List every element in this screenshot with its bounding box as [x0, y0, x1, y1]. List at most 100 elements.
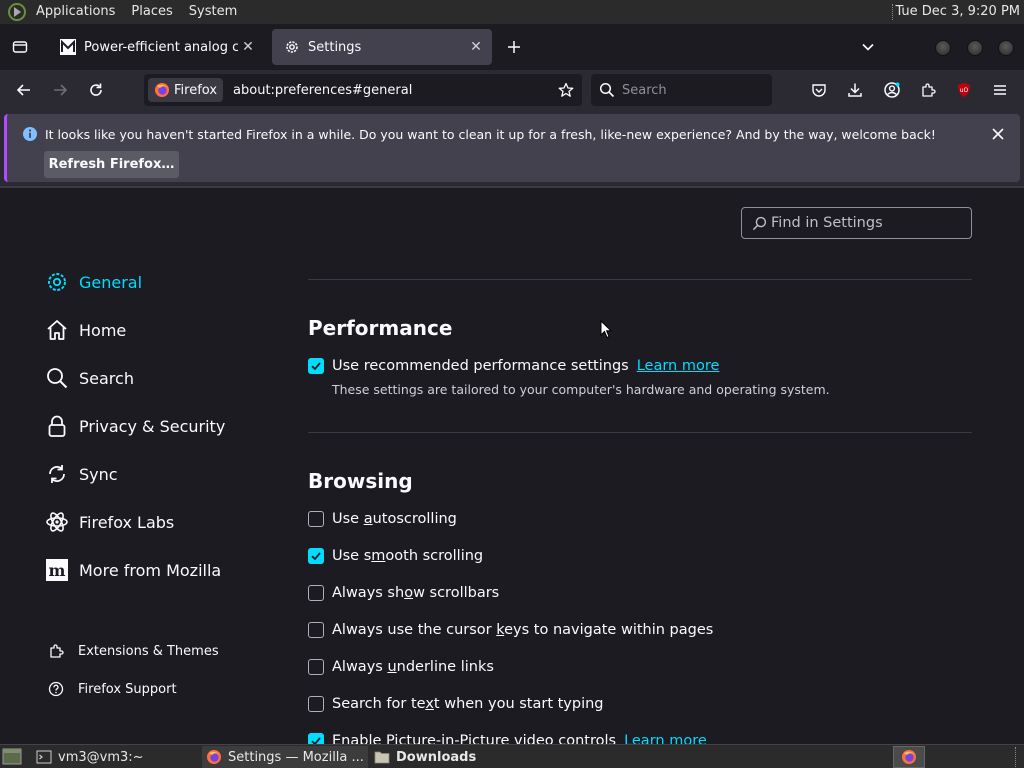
- firefox-icon: [155, 83, 169, 97]
- extensions-themes-label: Extensions & Themes: [78, 643, 219, 659]
- list-all-tabs-button[interactable]: [858, 37, 878, 57]
- autoscrolling-checkbox[interactable]: [308, 511, 324, 527]
- ublock-button[interactable]: uO: [952, 78, 976, 102]
- menu-places[interactable]: Places: [123, 0, 180, 24]
- category-privacy[interactable]: Privacy & Security: [45, 412, 225, 440]
- arrow-right-icon: [54, 84, 68, 96]
- underline-links-checkbox[interactable]: [308, 659, 324, 675]
- firefox-view-button[interactable]: [8, 35, 32, 59]
- checkmark-icon: [311, 737, 321, 744]
- option-label: Always use the cursor keys to navigate w…: [332, 622, 714, 638]
- new-tab-button[interactable]: [503, 36, 525, 58]
- arrow-left-icon: [16, 84, 30, 96]
- category-general[interactable]: General: [45, 268, 142, 296]
- show-desktop-icon[interactable]: [2, 748, 22, 765]
- show-scrollbars-checkbox[interactable]: [308, 585, 324, 601]
- learn-more-link[interactable]: Learn more: [637, 358, 720, 374]
- search-when-typing-checkbox[interactable]: [308, 696, 324, 712]
- gnome-foot-icon[interactable]: [8, 3, 26, 21]
- extensions-button[interactable]: [916, 78, 940, 102]
- find-in-settings-input[interactable]: Find in Settings: [741, 207, 972, 239]
- find-placeholder: Find in Settings: [771, 215, 883, 231]
- plus-icon: [508, 41, 520, 53]
- taskbar-item-terminal[interactable]: vm3@vm3:~: [36, 746, 198, 768]
- search-when-typing-option[interactable]: Search for text when you start typing: [308, 694, 604, 714]
- firefox-support-link[interactable]: Firefox Support: [47, 678, 177, 700]
- category-label: Sync: [79, 464, 118, 484]
- close-notification-button[interactable]: [988, 124, 1008, 144]
- category-more-from-mozilla[interactable]: m More from Mozilla: [45, 556, 221, 584]
- underline-links-option[interactable]: Always underline links: [308, 657, 494, 677]
- close-icon[interactable]: ✕: [238, 37, 258, 57]
- minimize-button[interactable]: [935, 40, 951, 56]
- category-search[interactable]: Search: [45, 364, 134, 392]
- puzzle-icon: [47, 642, 65, 660]
- cursor-keys-checkbox[interactable]: [308, 622, 324, 638]
- category-firefox-labs[interactable]: Firefox Labs: [45, 508, 174, 536]
- menu-applications[interactable]: Applications: [28, 0, 123, 24]
- refresh-firefox-button[interactable]: Refresh Firefox…: [44, 151, 179, 178]
- app-menu-button[interactable]: [988, 78, 1012, 102]
- extensions-themes-link[interactable]: Extensions & Themes: [47, 640, 219, 662]
- picture-in-picture-option[interactable]: Enable Picture-in-Picture video controls…: [308, 731, 707, 744]
- taskbar-item-downloads[interactable]: Downloads: [374, 746, 534, 768]
- sync-icon: [45, 462, 69, 486]
- bookmark-star-button[interactable]: [556, 80, 576, 100]
- recommended-performance-checkbox[interactable]: [308, 358, 324, 374]
- taskbar-item-firefox[interactable]: Settings — Mozilla ...: [202, 746, 368, 768]
- svg-text:uO: uO: [960, 87, 969, 94]
- cursor-keys-option[interactable]: Always use the cursor keys to navigate w…: [308, 620, 713, 640]
- account-button[interactable]: [880, 78, 904, 102]
- option-label: Use recommended performance settings: [332, 358, 629, 374]
- pocket-icon: [812, 84, 826, 97]
- search-placeholder: Search: [622, 82, 667, 98]
- learn-more-link[interactable]: Learn more: [624, 733, 707, 744]
- download-icon: [848, 83, 862, 97]
- chevron-down-icon: [862, 43, 874, 51]
- smooth-scrolling-option[interactable]: Use smooth scrolling: [308, 546, 483, 566]
- reload-button[interactable]: [84, 78, 108, 102]
- picture-in-picture-checkbox[interactable]: [308, 733, 324, 744]
- close-icon: [992, 128, 1004, 140]
- close-icon[interactable]: ✕: [466, 37, 486, 57]
- maximize-button[interactable]: [967, 40, 983, 56]
- pocket-button[interactable]: [807, 78, 831, 102]
- performance-heading: Performance: [308, 316, 453, 340]
- forward-button[interactable]: [48, 78, 72, 102]
- gear-icon: [45, 270, 69, 294]
- category-home[interactable]: Home: [45, 316, 126, 344]
- atom-icon: [45, 510, 69, 534]
- autoscrolling-option[interactable]: Use autoscrolling: [308, 509, 457, 529]
- nav-toolbar: Firefox about:preferences#general Search: [0, 70, 1024, 110]
- smooth-scrolling-checkbox[interactable]: [308, 548, 324, 564]
- tab-strip: Power-efficient analog com ✕ Settings ✕: [0, 24, 1024, 70]
- firefox-icon: [902, 750, 916, 764]
- taskbar-label: Downloads: [396, 749, 477, 765]
- identity-box[interactable]: Firefox: [148, 78, 224, 102]
- window-close-button[interactable]: [998, 40, 1014, 56]
- url-bar[interactable]: Firefox about:preferences#general: [144, 74, 582, 106]
- category-sync[interactable]: Sync: [45, 460, 118, 488]
- menu-system[interactable]: System: [181, 0, 245, 24]
- lock-icon: [45, 414, 69, 438]
- tab-title: Power-efficient analog com: [84, 39, 238, 55]
- mathworks-icon: [60, 39, 76, 55]
- url-text[interactable]: about:preferences#general: [233, 83, 556, 98]
- downloads-button[interactable]: [843, 78, 867, 102]
- tab-settings[interactable]: Settings ✕: [272, 29, 492, 65]
- taskbar-label: vm3@vm3:~: [58, 749, 144, 765]
- notification-area: It looks like you haven't started Firefo…: [0, 110, 1024, 188]
- back-button[interactable]: [12, 78, 36, 102]
- search-bar[interactable]: Search: [591, 74, 772, 106]
- home-icon: [45, 318, 69, 342]
- recommended-performance-option[interactable]: Use recommended performance settings Lea…: [308, 356, 719, 376]
- tab-power-efficient[interactable]: Power-efficient analog com ✕: [48, 29, 264, 65]
- show-scrollbars-option[interactable]: Always show scrollbars: [308, 583, 499, 603]
- info-icon: [23, 127, 37, 141]
- terminal-icon: [36, 750, 52, 764]
- divider: [308, 432, 972, 433]
- divider: [308, 279, 972, 280]
- clock[interactable]: Tue Dec 3, 9:20 PM: [895, 0, 1020, 24]
- tray-firefox-button[interactable]: [893, 746, 925, 768]
- top-panel: Applications Places System Tue Dec 3, 9:…: [0, 0, 1024, 24]
